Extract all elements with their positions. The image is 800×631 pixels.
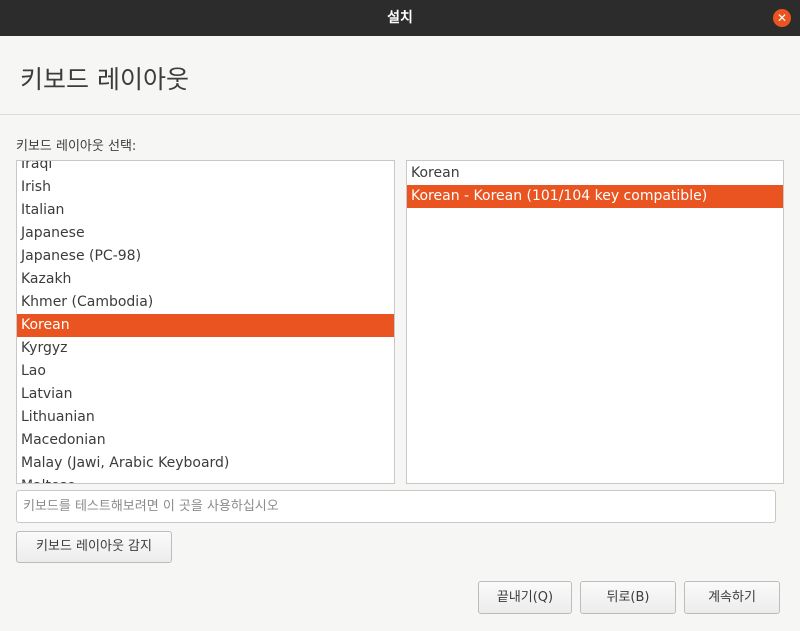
continue-button[interactable]: 계속하기 xyxy=(684,581,780,614)
layout-list-item[interactable]: Kyrgyz xyxy=(17,337,394,360)
layout-list-item[interactable]: Malay (Jawi, Arabic Keyboard) xyxy=(17,452,394,475)
variant-list-item[interactable]: Korean xyxy=(407,162,783,185)
page-title: 키보드 레이아웃 xyxy=(20,65,189,94)
close-button[interactable]: ✕ xyxy=(773,9,791,27)
keyboard-variant-list[interactable]: Korean Korean - Korean (101/104 key compa… xyxy=(406,160,784,484)
window-title: 설치 xyxy=(387,10,413,26)
layout-list-item[interactable]: Khmer (Cambodia) xyxy=(17,291,394,314)
layout-list-item[interactable]: Lao xyxy=(17,360,394,383)
layout-select-label: 키보드 레이아웃 선택: xyxy=(16,139,137,154)
layout-list-item[interactable]: Macedonian xyxy=(17,429,394,452)
keyboard-layout-list[interactable]: Iraqi Irish Italian Japanese Japanese (PC-98… xyxy=(16,160,395,484)
layout-list-item[interactable]: Latvian xyxy=(17,383,394,406)
page-header: 키보드 레이아웃 xyxy=(0,36,800,115)
variant-list-item[interactable]: Korean - Korean (101/104 key compatible) xyxy=(407,185,783,208)
layout-list-item[interactable]: Maltese xyxy=(17,475,394,483)
keyboard-layout-list-content: Iraqi Irish Italian Japanese Japanese (PC-98… xyxy=(17,161,394,483)
layout-list-item[interactable]: Italian xyxy=(17,199,394,222)
layout-list-item[interactable]: Kazakh xyxy=(17,268,394,291)
layout-list-item[interactable]: Japanese (PC-98) xyxy=(17,245,394,268)
keyboard-variant-list-content: Korean Korean - Korean (101/104 key compa… xyxy=(407,162,783,208)
title-bar: 설치 ✕ xyxy=(0,0,800,36)
keyboard-test-input[interactable] xyxy=(16,490,776,523)
back-button[interactable]: 뒤로(B) xyxy=(580,581,676,614)
layout-list-item[interactable]: Irish xyxy=(17,176,394,199)
detect-keyboard-layout-button[interactable]: 키보드 레이아웃 감지 xyxy=(16,531,172,563)
installer-window: 설치 ✕ 키보드 레이아웃 키보드 레이아웃 선택: Iraqi Irish Ita… xyxy=(0,0,800,631)
layout-list-item[interactable]: Japanese xyxy=(17,222,394,245)
layout-list-item[interactable]: Iraqi xyxy=(17,161,394,176)
layout-list-item[interactable]: Lithuanian xyxy=(17,406,394,429)
layout-list-item[interactable]: Korean xyxy=(17,314,394,337)
quit-button[interactable]: 끝내기(Q) xyxy=(478,581,572,614)
close-icon: ✕ xyxy=(776,11,788,25)
